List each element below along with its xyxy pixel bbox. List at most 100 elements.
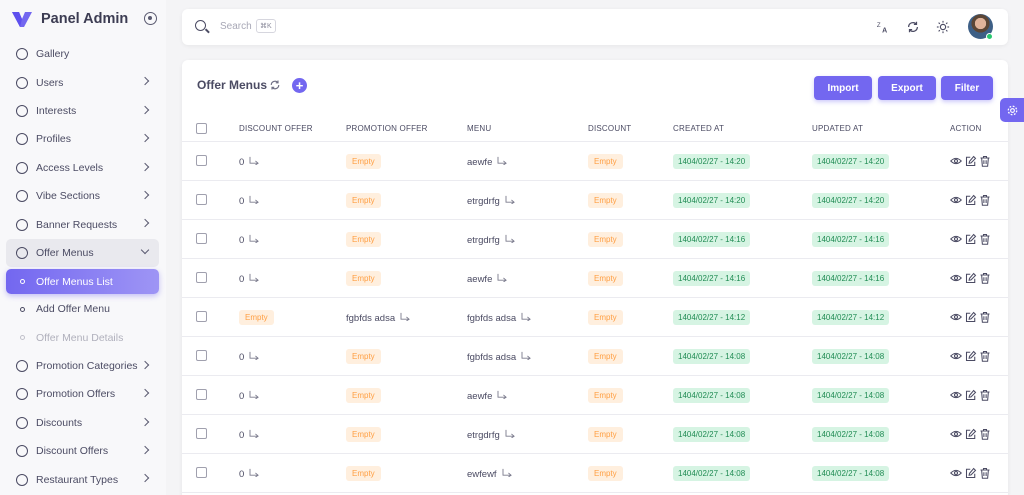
link-arrow-icon[interactable] [249, 468, 260, 479]
sidebar-item-banner-requests[interactable]: Banner Requests [6, 210, 159, 238]
edit-icon[interactable] [965, 271, 977, 284]
import-button[interactable]: Import [814, 76, 872, 100]
view-icon[interactable] [950, 427, 962, 439]
sidebar-toggle-icon[interactable] [144, 12, 157, 25]
column-header[interactable]: MENU [467, 124, 491, 133]
menu-cell[interactable]: fgbfds adsa [467, 351, 532, 363]
delete-icon[interactable] [979, 193, 991, 206]
row-checkbox[interactable] [196, 233, 207, 244]
discount-offer-cell[interactable]: 0 [239, 429, 260, 441]
row-checkbox[interactable] [196, 311, 207, 322]
link-arrow-icon[interactable] [505, 234, 516, 245]
menu-cell[interactable]: etrgdrfg [467, 234, 516, 246]
sidebar-item-offer-menus[interactable]: Offer Menus [6, 238, 159, 268]
delete-icon[interactable] [979, 427, 991, 440]
link-arrow-icon[interactable] [505, 429, 516, 440]
discount-offer-cell[interactable]: 0 [239, 195, 260, 207]
row-checkbox[interactable] [196, 272, 207, 283]
discount-offer-cell[interactable]: 0 [239, 273, 260, 285]
sidebar-item-promotion-offers[interactable]: Promotion Offers [6, 380, 159, 408]
view-icon[interactable] [950, 466, 962, 478]
sidebar-item-profiles[interactable]: Profiles [6, 125, 159, 153]
link-arrow-icon[interactable] [249, 351, 260, 362]
discount-offer-cell[interactable]: 0 [239, 468, 260, 480]
column-header[interactable]: DISCOUNT OFFER [239, 124, 313, 133]
link-arrow-icon[interactable] [249, 429, 260, 440]
refresh-icon[interactable] [905, 19, 921, 35]
sun-icon[interactable] [935, 19, 951, 35]
view-icon[interactable] [950, 349, 962, 361]
select-all-checkbox[interactable] [196, 123, 207, 134]
sidebar-item-restaurant-types[interactable]: Restaurant Types [6, 465, 159, 493]
delete-icon[interactable] [979, 349, 991, 362]
column-header[interactable]: ACTION [950, 124, 981, 133]
discount-offer-cell[interactable]: 0 [239, 351, 260, 363]
view-icon[interactable] [950, 388, 962, 400]
row-checkbox[interactable] [196, 194, 207, 205]
edit-icon[interactable] [965, 349, 977, 362]
link-arrow-icon[interactable] [249, 234, 260, 245]
edit-icon[interactable] [965, 232, 977, 245]
sidebar-item-gallery[interactable]: Gallery [6, 40, 159, 68]
filter-button[interactable]: Filter [941, 76, 993, 100]
link-arrow-icon[interactable] [249, 156, 260, 167]
sidebar-item-offer-menu-details[interactable]: Offer Menu Details [6, 324, 159, 352]
sidebar-item-discounts[interactable]: Discounts [6, 409, 159, 437]
menu-cell[interactable]: etrgdrfg [467, 195, 516, 207]
export-button[interactable]: Export [878, 76, 936, 100]
customizer-button[interactable] [1000, 98, 1024, 122]
edit-icon[interactable] [965, 154, 977, 167]
delete-icon[interactable] [979, 388, 991, 401]
translate-icon[interactable]: ZA [875, 19, 891, 35]
link-arrow-icon[interactable] [497, 156, 508, 167]
menu-cell[interactable]: fgbfds adsa [467, 312, 532, 324]
view-icon[interactable] [950, 310, 962, 322]
view-icon[interactable] [950, 193, 962, 205]
link-arrow-icon[interactable] [521, 312, 532, 323]
menu-cell[interactable]: aewfe [467, 156, 508, 168]
menu-cell[interactable]: etrgdrfg [467, 429, 516, 441]
edit-icon[interactable] [965, 388, 977, 401]
link-arrow-icon[interactable] [505, 195, 516, 206]
row-checkbox[interactable] [196, 467, 207, 478]
link-arrow-icon[interactable] [497, 390, 508, 401]
sidebar-item-add-offer-menu[interactable]: Add Offer Menu [6, 295, 159, 323]
delete-icon[interactable] [979, 466, 991, 479]
view-icon[interactable] [950, 154, 962, 166]
promotion-offer-cell[interactable]: fgbfds adsa [346, 312, 411, 324]
sidebar-item-offer-menus-list[interactable]: Offer Menus List [6, 269, 159, 295]
column-header[interactable]: UPDATED AT [812, 124, 863, 133]
sidebar-item-access-levels[interactable]: Access Levels [6, 154, 159, 182]
link-arrow-icon[interactable] [521, 351, 532, 362]
reload-list-icon[interactable] [269, 79, 281, 94]
view-icon[interactable] [950, 232, 962, 244]
row-checkbox[interactable] [196, 428, 207, 439]
link-arrow-icon[interactable] [497, 273, 508, 284]
sidebar-item-users[interactable]: Users [6, 68, 159, 96]
sidebar-item-discount-offers[interactable]: Discount Offers [6, 437, 159, 465]
column-header[interactable]: CREATED AT [673, 124, 724, 133]
edit-icon[interactable] [965, 466, 977, 479]
brand[interactable]: Panel Admin [0, 0, 166, 38]
discount-offer-cell[interactable]: 0 [239, 390, 260, 402]
discount-offer-cell[interactable]: 0 [239, 156, 260, 168]
sidebar-item-vibe-sections[interactable]: Vibe Sections [6, 182, 159, 210]
column-header[interactable]: PROMOTION OFFER [346, 124, 428, 133]
menu-cell[interactable]: aewfe [467, 390, 508, 402]
column-header[interactable]: DISCOUNT [588, 124, 631, 133]
search-icon[interactable] [195, 20, 206, 31]
menu-cell[interactable]: aewfe [467, 273, 508, 285]
search-input[interactable]: Search [220, 21, 252, 32]
add-offer-menu-button[interactable]: + [292, 78, 307, 93]
view-icon[interactable] [950, 271, 962, 283]
delete-icon[interactable] [979, 154, 991, 167]
delete-icon[interactable] [979, 271, 991, 284]
link-arrow-icon[interactable] [400, 312, 411, 323]
link-arrow-icon[interactable] [502, 468, 513, 479]
discount-offer-cell[interactable]: 0 [239, 234, 260, 246]
sidebar-item-promotion-categories[interactable]: Promotion Categories [6, 352, 159, 380]
link-arrow-icon[interactable] [249, 390, 260, 401]
menu-cell[interactable]: ewfewf [467, 468, 513, 480]
row-checkbox[interactable] [196, 350, 207, 361]
delete-icon[interactable] [979, 310, 991, 323]
